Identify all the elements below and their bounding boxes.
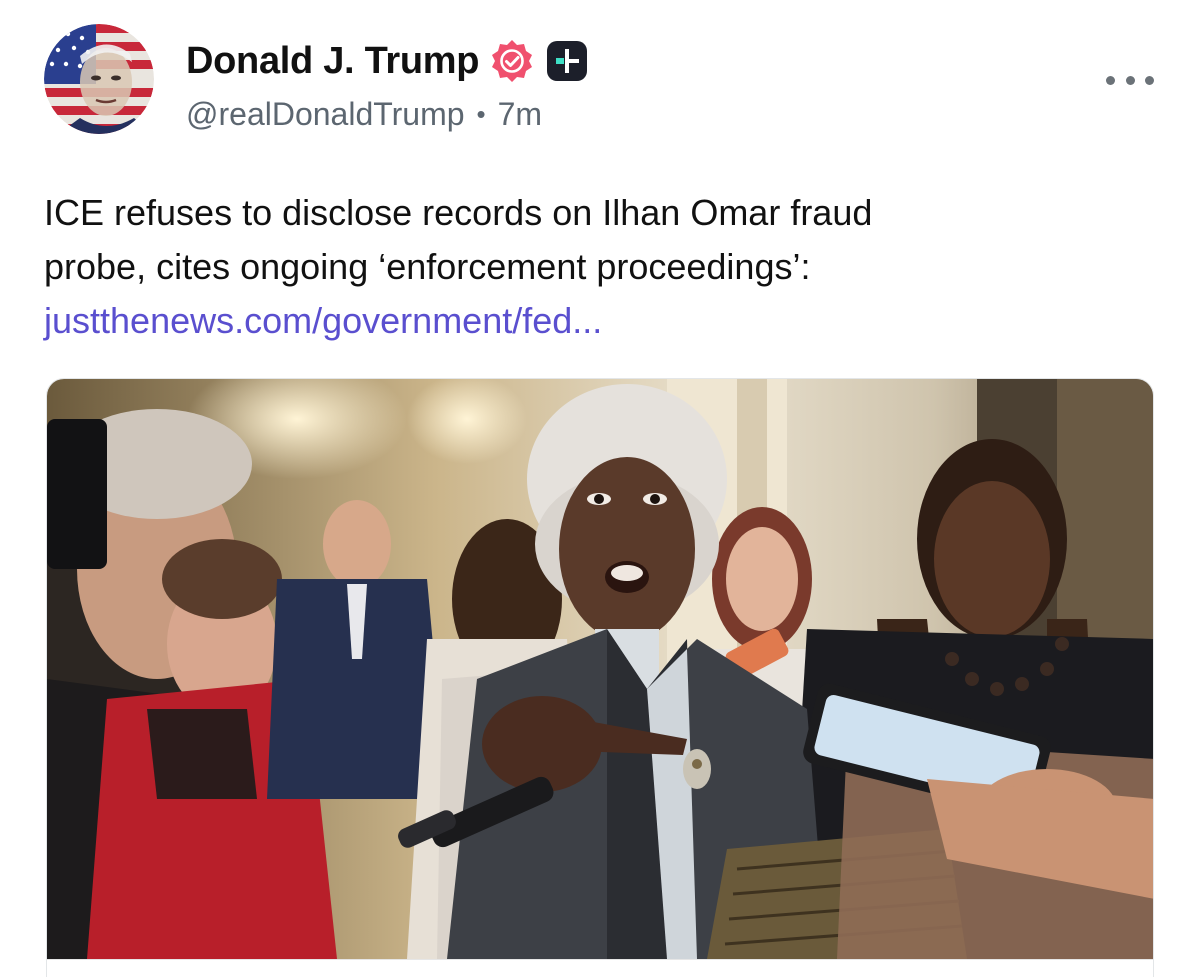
post-body: ICE refuses to disclose records on Ilhan… [44,186,1144,348]
post-text-line: probe, cites ongoing ‘enforcement procee… [44,246,811,287]
author-name-row: Donald J. Trump [186,36,589,86]
more-horizontal-icon [1106,75,1115,85]
author-handle[interactable]: @realDonaldTrump [186,96,465,133]
meta-separator: • [476,98,486,129]
verified-badge-icon [489,38,535,84]
more-horizontal-icon-dot [1145,75,1154,85]
author-meta: @realDonaldTrump • 7m [186,92,542,136]
author-avatar[interactable] [44,24,154,134]
more-options-button[interactable] [1106,62,1154,98]
post: Donald J. Trump @realDonaldTrump • 7m IC… [0,0,1200,977]
post-timestamp[interactable]: 7m [498,96,542,133]
post-text-line: ICE refuses to disclose records on Ilhan… [44,192,873,233]
post-link[interactable]: justthenews.com/government/fed... [44,294,1144,348]
author-display-name[interactable]: Donald J. Trump [186,40,480,83]
news-photo-image [47,379,1153,959]
more-horizontal-icon-dot [1125,75,1135,85]
link-card-footer [47,959,1153,977]
avatar-image [44,24,154,134]
plus-badge-icon [545,39,589,83]
link-preview-card[interactable] [46,378,1154,977]
